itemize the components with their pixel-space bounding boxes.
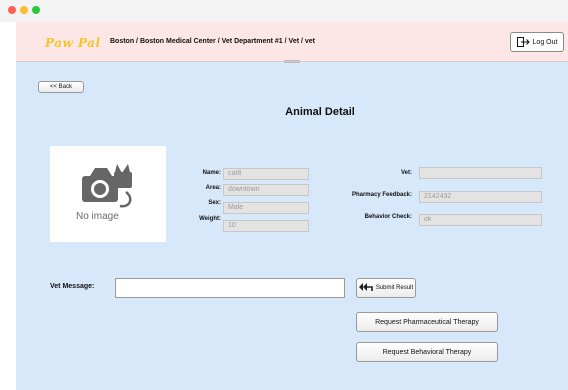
name-field[interactable]: cat8: [223, 168, 309, 180]
header-bar: Paw Pal Boston / Boston Medical Center /…: [16, 22, 568, 63]
window-titlebar: [0, 0, 568, 22]
vet-label: Vet:: [400, 170, 412, 176]
pharmacy-feedback-label: Pharmacy Feedback:: [351, 192, 412, 198]
area-field[interactable]: downtown: [223, 184, 309, 196]
pharmacy-feedback-field[interactable]: 2142432: [419, 191, 542, 203]
submit-result-button[interactable]: Submit Result: [356, 278, 416, 298]
submit-result-label: Submit Result: [375, 285, 414, 291]
minimize-window-button[interactable]: [20, 6, 28, 14]
weight-label: Weight:: [199, 216, 221, 222]
main-window: Paw Pal Boston / Boston Medical Center /…: [16, 22, 568, 390]
request-pharmaceutical-therapy-button[interactable]: Request Pharmaceutical Therapy: [356, 312, 498, 332]
behavior-check-field[interactable]: ok: [419, 214, 542, 226]
behavior-check-label: Behavior Check:: [364, 214, 412, 220]
sex-label: Sex:: [208, 200, 221, 206]
page-title: Animal Detail: [285, 106, 355, 118]
logout-button[interactable]: Log Out: [510, 32, 564, 52]
close-window-button[interactable]: [8, 6, 16, 14]
back-button[interactable]: << Back: [38, 81, 84, 93]
sex-field[interactable]: Male: [223, 202, 309, 214]
zoom-window-button[interactable]: [32, 6, 40, 14]
reply-all-icon: [358, 283, 373, 293]
app-logo: Paw Pal: [45, 36, 101, 50]
vet-message-input[interactable]: [115, 278, 345, 298]
vet-message-label: Vet Message:: [50, 283, 95, 290]
breadcrumb: Boston / Boston Medical Center / Vet Dep…: [110, 38, 315, 45]
area-label: Area:: [205, 185, 221, 191]
vet-field[interactable]: [419, 167, 542, 179]
name-label: Name:: [202, 170, 221, 176]
no-image-text: No image: [76, 211, 119, 222]
request-behavioral-therapy-button[interactable]: Request Behavioral Therapy: [356, 342, 498, 362]
weight-field[interactable]: 10: [223, 220, 309, 232]
animal-photo-placeholder: No image: [50, 146, 166, 242]
logout-label: Log Out: [532, 38, 558, 46]
logout-icon: [516, 37, 530, 47]
split-pane-divider[interactable]: [284, 60, 300, 63]
